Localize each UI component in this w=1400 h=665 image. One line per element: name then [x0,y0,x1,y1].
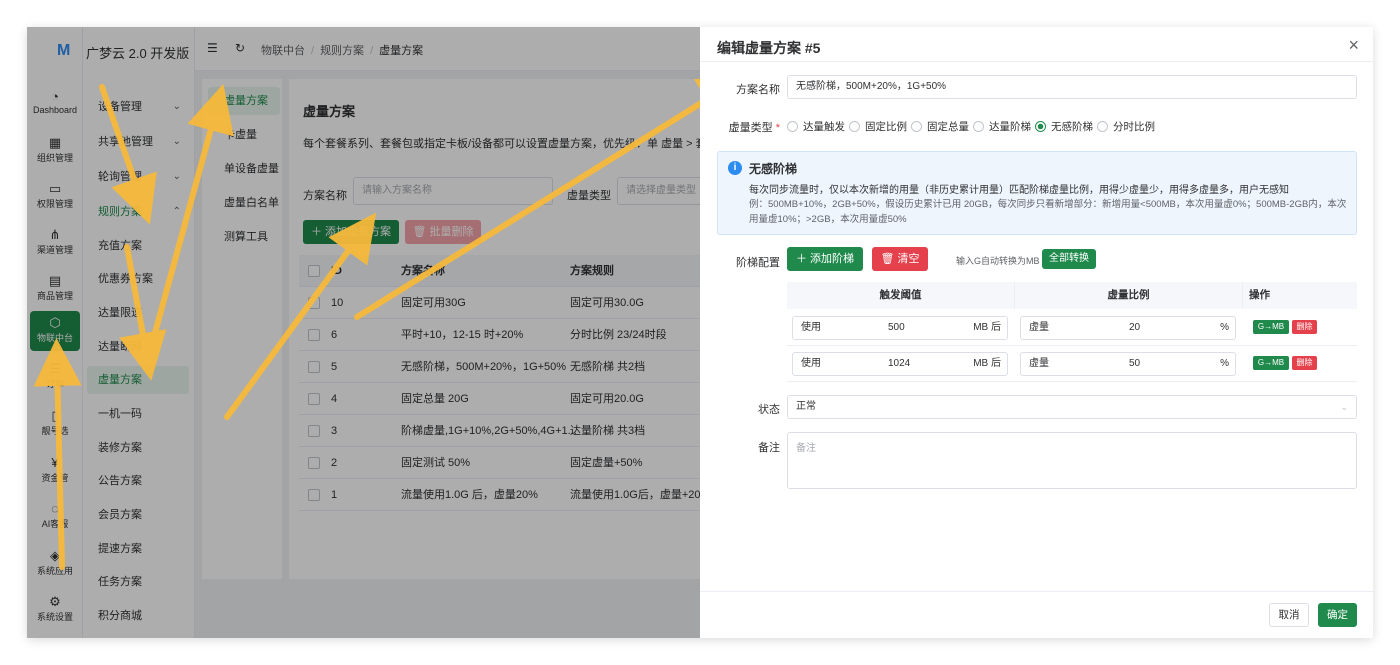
alert-line1: 每次同步流量时，仅以本次新增的用量（非历史累计用量）匹配阶梯虚量比例，用得少虚量… [749,185,1289,196]
radio-label: 无感阶梯 [1051,121,1093,133]
radio-circle-icon [911,121,922,132]
radio-circle-icon [787,121,798,132]
ratio-input[interactable]: 虚量 20% [1020,316,1236,340]
radio-circle-icon [973,121,984,132]
tier-table: 触发阈值 虚量比例 操作 使用 500 MB 后虚量 20% G→MB 删除 使用 1024 M… [787,282,1357,382]
ratio-value: 20 [1129,322,1141,333]
divider [700,61,1373,62]
remark-label: 备注 [758,442,780,454]
annotation-arrows [33,74,727,570]
convert-hint: 输入G自动转换为MB [956,256,1040,266]
ratio-unit: % [1220,322,1229,333]
info-alert: i 无感阶梯 每次同步流量时，仅以本次新增的用量（非历史累计用量）匹配阶梯虚量比… [717,151,1357,235]
ratio-prefix: 虚量 [1029,322,1049,333]
arrow-3 [144,83,234,365]
ratio-input[interactable]: 虚量 50% [1020,352,1236,376]
threshold-unit: MB 后 [973,358,1001,369]
radio-circle-icon [1097,121,1108,132]
plan-name-input[interactable]: 无感阶梯，500M+20%，1G+50% [787,75,1357,99]
type-radio-5[interactable]: 无感阶梯 [1035,119,1093,134]
status-select[interactable]: 正常 ⌄ [787,395,1357,419]
col-ratio: 虚量比例 [1015,282,1243,309]
threshold-unit: MB 后 [973,322,1001,333]
remark-textarea[interactable]: 备注 [787,432,1357,489]
cancel-button[interactable]: 取消 [1269,603,1309,627]
alert-line2: 例：500MB+10%，2GB+50%，假设历史累计已用 20GB，每次同步只看… [749,199,1347,225]
divider [700,591,1373,592]
arrow-5 [224,212,377,420]
drawer-title: 编辑虚量方案 #5 [717,40,821,56]
row-convert-button[interactable]: G→MB [1253,320,1289,334]
app-window: M ◔ Dashboard ▦ 组织管理 ▭ 权限管理 ⋔ 渠道管理 ▤ 商品管理 ⬡ 物联中台 ☰ 订单… [27,27,1373,638]
close-icon[interactable]: × [1348,35,1359,56]
threshold-input[interactable]: 使用 500 MB 后 [792,316,1008,340]
tier-row: 使用 500 MB 后 虚量 20% G→MB 删除 [787,310,1357,346]
type-radio-3[interactable]: 固定总量 [911,119,969,134]
convert-all-button[interactable]: 全部转换 [1042,249,1096,269]
info-icon: i [728,161,742,175]
type-label: 虚量类型 * [728,122,780,134]
threshold-prefix: 使用 [801,322,821,333]
chevron-down-icon: ⌄ [1340,402,1348,412]
tier-row: 使用 1024 MB 后 虚量 50% G→MB 删除 [787,346,1357,382]
radio-label: 分时比例 [1113,121,1155,133]
tier-label: 阶梯配置 [736,257,780,269]
edit-drawer: 编辑虚量方案 #5 × 方案名称 无感阶梯，500M+20%，1G+50% 虚量… [700,27,1373,638]
clear-button[interactable]: 🗑 清空 [872,247,928,271]
confirm-button[interactable]: 确定 [1318,603,1357,627]
row-delete-button[interactable]: 删除 [1292,356,1317,370]
radio-label: 固定总量 [927,121,969,133]
radio-label: 固定比例 [865,121,907,133]
arrow-1 [99,84,157,225]
type-radio-2[interactable]: 固定比例 [849,119,907,134]
alert-title: 无感阶梯 [749,162,798,176]
col-threshold: 触发阈值 [787,282,1015,309]
radio-circle-icon [1035,121,1046,132]
radio-label: 达量触发 [803,121,845,133]
ratio-value: 50 [1129,358,1141,369]
arrow-6 [354,74,727,320]
radio-circle-icon [849,121,860,132]
screenshot-frame: M ◔ Dashboard ▦ 组织管理 ▭ 权限管理 ⋔ 渠道管理 ▤ 商品管理 ⬡ 物联中台 ☰ 订单… [27,27,1373,638]
threshold-prefix: 使用 [801,358,821,369]
status-label: 状态 [758,404,780,416]
type-radio-4[interactable]: 达量阶梯 [973,119,1031,134]
arrow-4 [33,338,82,570]
type-radio-1[interactable]: 达量触发 [787,119,845,134]
row-delete-button[interactable]: 删除 [1292,320,1317,334]
threshold-value: 500 [888,322,905,333]
row-convert-button[interactable]: G→MB [1253,356,1289,370]
ratio-unit: % [1220,358,1229,369]
add-tier-button[interactable]: ＋ 添加阶梯 [787,247,863,271]
arrow-2 [119,244,167,381]
name-label: 方案名称 [736,84,780,96]
col-action: 操作 [1243,282,1357,309]
type-radio-6[interactable]: 分时比例 [1097,119,1155,134]
threshold-value: 1024 [888,358,911,369]
threshold-input[interactable]: 使用 1024 MB 后 [792,352,1008,376]
ratio-prefix: 虚量 [1029,358,1049,369]
radio-label: 达量阶梯 [989,121,1031,133]
